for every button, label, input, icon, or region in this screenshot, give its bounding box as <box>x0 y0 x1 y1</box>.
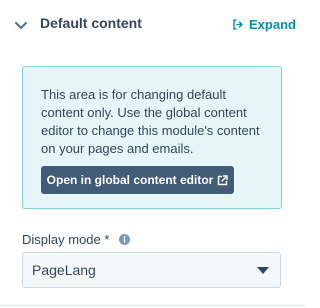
expand-label: Expand <box>249 16 296 32</box>
section-divider <box>0 305 305 306</box>
info-alert: This area is for changing default conten… <box>22 66 282 209</box>
display-mode-select[interactable]: PageLang <box>22 252 281 288</box>
info-line: This area is for changing default <box>41 87 226 102</box>
section-title: Default content <box>40 15 142 31</box>
open-global-editor-button[interactable]: Open in global content editor <box>41 166 234 194</box>
display-mode-value: PageLang <box>32 262 96 278</box>
chevron-down-icon[interactable] <box>14 18 28 29</box>
info-line: on your pages and emails. <box>41 141 194 156</box>
info-icon[interactable] <box>119 233 131 245</box>
caret-down-icon <box>257 267 269 274</box>
display-mode-label: Display mode * <box>22 231 110 247</box>
expand-icon <box>233 18 243 30</box>
section-header[interactable]: Default content Expand <box>0 0 305 48</box>
info-message: This area is for changing default conten… <box>41 86 271 158</box>
expand-button[interactable]: Expand <box>232 15 296 33</box>
info-line: content only. Use the global content <box>41 105 247 120</box>
display-mode-field-label: Display mode * <box>22 231 131 247</box>
info-line: editor to change this module's content <box>41 123 260 138</box>
external-link-icon <box>218 174 229 185</box>
open-global-editor-label: Open in global content editor <box>46 173 214 187</box>
